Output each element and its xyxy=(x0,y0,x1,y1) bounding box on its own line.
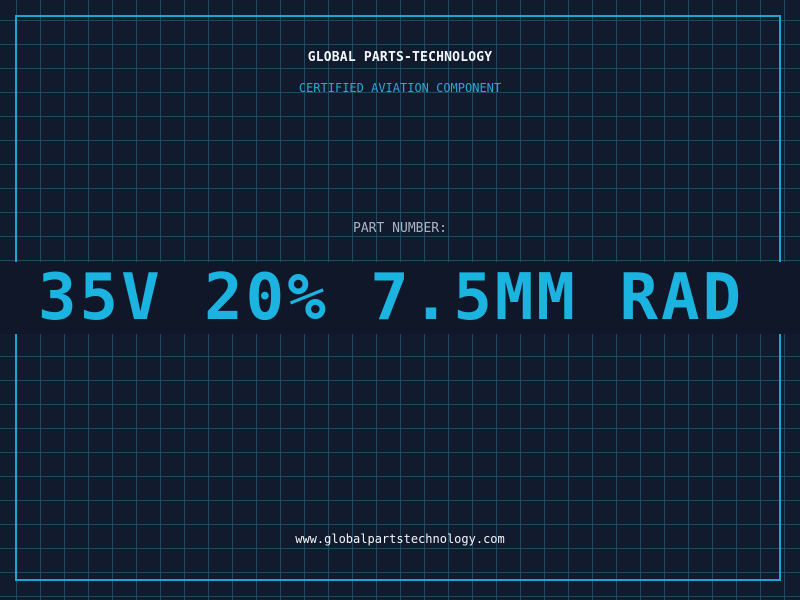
certification-subtitle: CERTIFIED AVIATION COMPONENT xyxy=(298,81,502,95)
brand-name: GLOBAL PARTS-TECHNOLOGY xyxy=(307,50,493,65)
website-url: www.globalpartstechnology.com xyxy=(295,532,505,546)
label-card: GLOBAL PARTS-TECHNOLOGY CERTIFIED AVIATI… xyxy=(0,0,800,600)
part-number-label: PART NUMBER: xyxy=(353,221,447,236)
part-number-banner: 35V 20% 7.5MM RAD xyxy=(0,262,800,334)
part-number-value: 35V 20% 7.5MM RAD xyxy=(38,262,745,334)
